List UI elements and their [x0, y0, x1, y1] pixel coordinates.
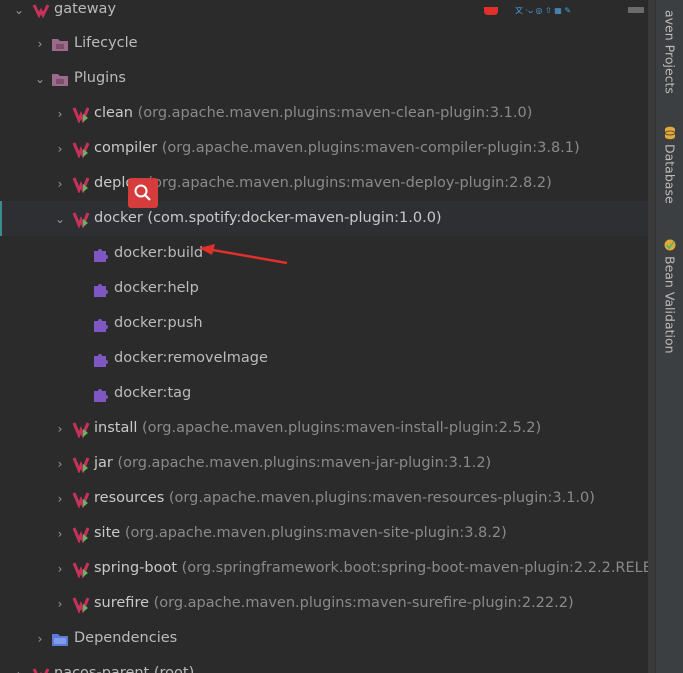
maven-plugin-icon: [72, 597, 90, 613]
goal-label: docker:push: [114, 315, 203, 331]
plugin-coordinates: (org.apache.maven.plugins:maven-deploy-p…: [147, 175, 552, 191]
folder-icon: [52, 74, 68, 86]
chevron-right-icon[interactable]: ›: [53, 411, 67, 446]
plugin-coordinates: (org.apache.maven.plugins:maven-jar-plug…: [117, 455, 492, 471]
plugin-coordinates: (org.springframework.boot:spring-boot-ma…: [181, 560, 655, 576]
goal-label: docker:help: [114, 280, 199, 296]
tab-label: aven Projects: [662, 10, 678, 94]
tree-row-plugin-clean[interactable]: › clean (org.apache.maven.plugins:maven-…: [0, 96, 655, 131]
chevron-right-icon[interactable]: ›: [53, 131, 67, 166]
plugin-name: install: [94, 420, 138, 436]
chevron-right-icon[interactable]: ›: [53, 551, 67, 586]
tree-label: nacos-parent (root): [54, 665, 195, 673]
tree-label: Plugins: [74, 70, 126, 86]
plugin-name: surefire: [94, 595, 150, 611]
maven-plugin-icon: [72, 212, 90, 228]
chevron-right-icon[interactable]: ›: [53, 586, 67, 621]
tree-row-plugin-install[interactable]: › install (org.apache.maven.plugins:mave…: [0, 411, 655, 446]
tree-row-plugin-surefire[interactable]: › surefire (org.apache.maven.plugins:mav…: [0, 586, 655, 621]
tree-row-nacos-parent[interactable]: › nacos-parent (root): [0, 656, 655, 673]
chevron-right-icon[interactable]: ›: [33, 26, 47, 61]
maven-project-icon: [32, 4, 50, 19]
maven-tree: ⌄ gateway › Lifecycle ⌄ Plugins › clean: [0, 0, 655, 673]
plugin-coordinates: (com.spotify:docker-maven-plugin:1.0.0): [147, 210, 442, 226]
right-tool-strip: aven Projects Database Bean Validation: [655, 0, 683, 673]
plugin-name: spring-boot: [94, 560, 178, 576]
puzzle-goal-icon: [94, 284, 108, 297]
chevron-right-icon[interactable]: ›: [53, 96, 67, 131]
tree-row-goal-push[interactable]: docker:push: [0, 306, 655, 341]
puzzle-goal-icon: [94, 354, 108, 367]
goal-label: docker:removeImage: [114, 350, 268, 366]
tree-label: gateway: [54, 1, 117, 17]
chevron-right-icon[interactable]: ›: [53, 446, 67, 481]
tree-label: Dependencies: [74, 630, 178, 646]
tab-maven-projects[interactable]: aven Projects: [656, 6, 683, 94]
maven-project-icon: [32, 668, 50, 673]
tree-row-lifecycle[interactable]: › Lifecycle: [0, 26, 655, 61]
tree-row-plugin-docker[interactable]: ⌄ docker (com.spotify:docker-maven-plugi…: [0, 201, 655, 236]
maven-plugin-icon: [72, 562, 90, 578]
plugin-coordinates: (org.apache.maven.plugins:maven-clean-pl…: [137, 105, 533, 121]
chevron-right-icon[interactable]: ›: [53, 481, 67, 516]
maven-plugin-icon: [72, 107, 90, 123]
chevron-right-icon[interactable]: ›: [33, 621, 47, 656]
tree-label: Lifecycle: [74, 35, 138, 51]
toolbar-icons: 文 ·ᴗ ◎ ⇧ ▦ ✎: [484, 5, 644, 16]
chevron-down-icon[interactable]: ⌄: [33, 61, 47, 96]
plugin-name: clean: [94, 105, 133, 121]
tab-label: Bean Validation: [662, 256, 678, 354]
tree-row-goal-help[interactable]: docker:help: [0, 271, 655, 306]
dependencies-folder-icon: [52, 634, 68, 646]
tree-row-goal-removeimage[interactable]: docker:removeImage: [0, 341, 655, 376]
plugin-name: resources: [94, 490, 165, 506]
svg-text:文 ·ᴗ ◎ ⇧ ▦ ✎: 文 ·ᴗ ◎ ⇧ ▦ ✎: [515, 7, 571, 15]
chevron-right-icon[interactable]: ›: [53, 516, 67, 551]
maven-plugin-icon: [72, 177, 90, 193]
tab-label: Database: [662, 144, 678, 204]
goal-label: docker:build: [114, 245, 204, 261]
puzzle-goal-icon: [94, 249, 108, 262]
chevron-right-icon[interactable]: ›: [53, 166, 67, 201]
database-icon: [664, 126, 676, 140]
plugin-name: docker: [94, 210, 143, 226]
maven-plugin-icon: [72, 457, 90, 473]
maven-plugin-icon: [72, 527, 90, 543]
tree-row-plugin-compiler[interactable]: › compiler (org.apache.maven.plugins:mav…: [0, 131, 655, 166]
plugin-name: jar: [94, 455, 113, 471]
maven-plugin-icon: [72, 142, 90, 158]
tree-row-dependencies[interactable]: › Dependencies: [0, 621, 655, 656]
tab-bean-validation[interactable]: Bean Validation: [656, 238, 683, 354]
search-overlay-button[interactable]: [128, 178, 158, 208]
plugin-coordinates: (org.apache.maven.plugins:maven-resource…: [168, 490, 595, 506]
tree-row-plugins[interactable]: ⌄ Plugins: [0, 61, 655, 96]
tree-row-plugin-jar[interactable]: › jar (org.apache.maven.plugins:maven-ja…: [0, 446, 655, 481]
plugin-coordinates: (org.apache.maven.plugins:maven-install-…: [142, 420, 542, 436]
chevron-down-icon[interactable]: ⌄: [12, 0, 26, 27]
maven-plugin-icon: [72, 492, 90, 508]
tree-row-plugin-spring-boot[interactable]: › spring-boot (org.springframework.boot:…: [0, 551, 655, 586]
puzzle-goal-icon: [94, 319, 108, 332]
tree-row-plugin-site[interactable]: › site (org.apache.maven.plugins:maven-s…: [0, 516, 655, 551]
plugin-name: compiler: [94, 140, 158, 156]
goal-label: docker:tag: [114, 385, 192, 401]
tree-row-goal-build[interactable]: docker:build: [0, 236, 655, 271]
bean-validation-icon: [664, 239, 676, 251]
tab-database[interactable]: Database: [656, 126, 683, 204]
annotation-arrow: [199, 244, 288, 265]
plugin-coordinates: (org.apache.maven.plugins:maven-surefire…: [153, 595, 574, 611]
search-icon: [134, 184, 151, 201]
plugin-coordinates: (org.apache.maven.plugins:maven-site-plu…: [124, 525, 507, 541]
tree-row-goal-tag[interactable]: docker:tag: [0, 376, 655, 411]
maven-plugin-icon: [72, 422, 90, 438]
toolbar-strip: 文 ·ᴗ ◎ ⇧ ▦ ✎: [480, 0, 645, 16]
puzzle-goal-icon: [94, 389, 108, 402]
chevron-down-icon[interactable]: ⌄: [53, 201, 67, 236]
folder-icon: [52, 39, 68, 51]
tree-row-plugin-resources[interactable]: › resources (org.apache.maven.plugins:ma…: [0, 481, 655, 516]
plugin-coordinates: (org.apache.maven.plugins:maven-compiler…: [161, 140, 580, 156]
plugin-name: site: [94, 525, 121, 541]
tree-row-plugin-deploy[interactable]: › deploy (org.apache.maven.plugins:maven…: [0, 166, 655, 201]
chevron-right-icon[interactable]: ›: [12, 656, 26, 673]
